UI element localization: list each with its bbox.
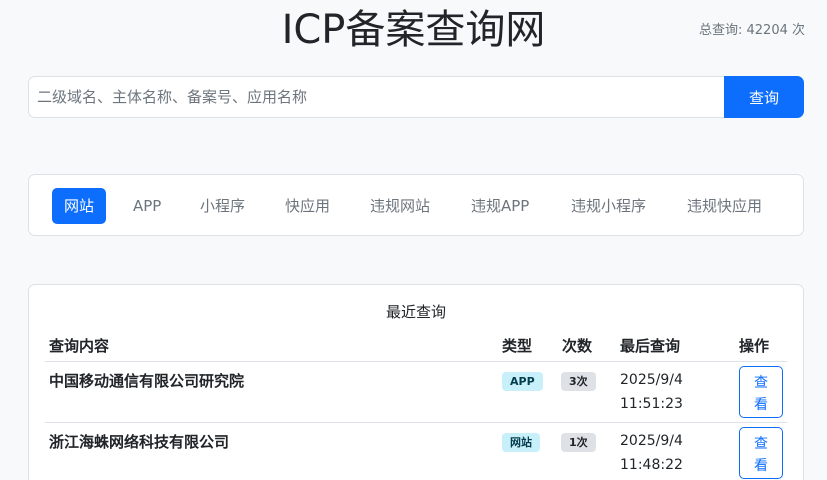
column-header-content: 查询内容 [49,337,110,355]
column-header-type: 类型 [502,337,533,355]
search-input[interactable] [28,76,724,118]
tab-mini-program[interactable]: 小程序 [188,188,257,224]
tab-quick-app[interactable]: 快应用 [273,188,342,224]
tab-app[interactable]: APP [121,188,173,224]
column-header-action: 操作 [739,337,770,355]
view-button-label: 查看 [754,374,768,413]
total-query-count: 总查询: 42204 次 [699,23,805,38]
column-header-count: 次数 [562,337,593,355]
last-query-clock: 11:48:22 [620,457,683,473]
tab-illegal-app[interactable]: 违规APP [459,188,541,224]
view-button[interactable]: 查看 [739,427,783,479]
count-badge: 1次 [561,433,596,452]
view-button-label: 查看 [754,435,768,474]
type-badge: APP [502,372,543,391]
last-query-time: 2025/9/4 11:51:23 [620,368,683,416]
recent-queries-card: 最近查询 查询内容 类型 次数 最后查询 操作 中国移动通信有限公司研究院 AP… [28,284,804,480]
query-content[interactable]: 中国移动通信有限公司研究院 [49,370,244,391]
table-row: 浙江海蛛网络科技有限公司 网站 1次 2025/9/4 11:48:22 查看 [29,423,803,480]
query-content[interactable]: 浙江海蛛网络科技有限公司 [49,431,229,452]
last-query-date: 2025/9/4 [620,433,683,449]
view-button[interactable]: 查看 [739,366,783,418]
table-row: 中国移动通信有限公司研究院 APP 3次 2025/9/4 11:51:23 查… [29,362,803,423]
column-header-last-query: 最后查询 [620,337,681,355]
tab-website[interactable]: 网站 [52,188,107,224]
tab-illegal-website[interactable]: 违规网站 [358,188,442,224]
tab-illegal-quick-app[interactable]: 违规快应用 [675,188,774,224]
search-button[interactable]: 查询 [724,76,804,118]
tab-illegal-mini-program[interactable]: 违规小程序 [559,188,658,224]
type-badge: 网站 [502,433,540,452]
count-badge: 3次 [561,372,596,391]
search-bar: 查询 [28,76,804,118]
category-tabs: 网站 APP 小程序 快应用 违规网站 违规APP 违规小程序 违规快应用 [28,174,804,236]
recent-queries-title: 最近查询 [385,303,446,321]
last-query-time: 2025/9/4 11:48:22 [620,429,683,477]
last-query-clock: 11:51:23 [620,396,683,412]
last-query-date: 2025/9/4 [620,372,683,388]
